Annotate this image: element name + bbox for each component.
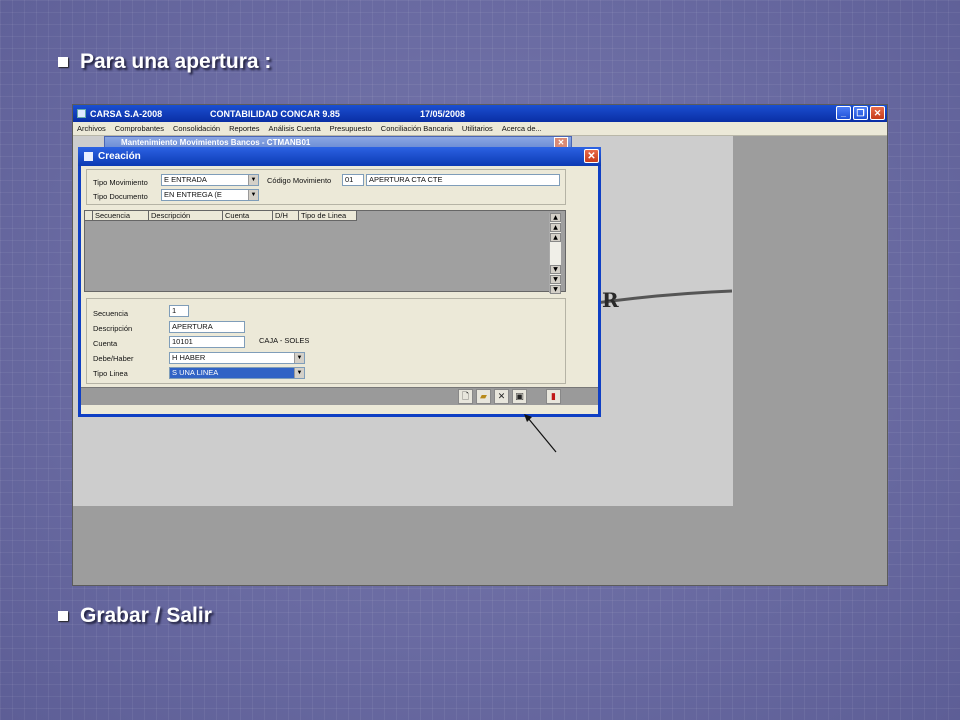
- tipo-linea-label: Tipo Linea: [93, 369, 128, 378]
- open-icon[interactable]: ▰: [476, 389, 491, 404]
- menu-consolidacion[interactable]: Consolidación: [173, 124, 220, 133]
- minimize-icon[interactable]: _: [836, 106, 851, 120]
- tipo-movimiento-select[interactable]: E ENTRADA ▼: [161, 174, 259, 186]
- cuenta-input[interactable]: 10101: [169, 336, 245, 348]
- grid-col-tipo-linea[interactable]: Tipo de Linea: [299, 211, 357, 221]
- cuenta-value: 10101: [172, 337, 193, 346]
- bullet-apertura: Para una apertura :: [58, 50, 271, 74]
- creacion-dialog: Creación ✕ Tipo Movimiento E ENTRADA ▼ C…: [78, 147, 601, 417]
- title-company: CARSA S.A-2008: [90, 108, 163, 119]
- dialog-icon: [84, 152, 93, 161]
- menu-archivos[interactable]: Archivos: [77, 124, 106, 133]
- debe-haber-label: Debe/Haber: [93, 354, 134, 363]
- codigo-descripcion-input[interactable]: APERTURA CTA CTE: [366, 174, 560, 186]
- detail-groupbox: [86, 298, 566, 384]
- tipo-linea-value: S UNA LINEA: [172, 368, 219, 377]
- secuencia-value: 1: [172, 306, 177, 315]
- menu-analisis-cuenta[interactable]: Análisis Cuenta: [269, 124, 321, 133]
- descripcion-label: Descripción: [93, 324, 133, 333]
- cuenta-descripcion: CAJA - SOLES: [259, 336, 310, 345]
- scroll-page-up-icon[interactable]: ▲: [550, 223, 561, 232]
- bullet-text: Grabar / Salir: [80, 604, 212, 627]
- chevron-down-icon[interactable]: ▼: [248, 175, 258, 185]
- title-date: 17/05/2008: [420, 108, 466, 119]
- scroll-page-down-icon[interactable]: ▼: [550, 275, 561, 284]
- tipo-movimiento-label: Tipo Movimiento: [93, 178, 148, 187]
- menu-bar: Archivos Comprobantes Consolidación Repo…: [73, 122, 887, 136]
- debe-haber-value: H HABER: [172, 353, 206, 362]
- secuencia-label: Secuencia: [93, 309, 129, 318]
- pointer-arrow-icon: [524, 414, 557, 453]
- scroll-down-icon[interactable]: ▼: [550, 265, 561, 274]
- bullet-text: Para una apertura :: [80, 50, 272, 73]
- scroll-top-icon[interactable]: ▲: [550, 213, 561, 222]
- close-icon[interactable]: ✕: [870, 106, 885, 120]
- new-icon[interactable]: 🗋: [458, 389, 473, 404]
- menu-presupuesto[interactable]: Presupuesto: [330, 124, 372, 133]
- maximize-icon[interactable]: ❐: [853, 106, 868, 120]
- chevron-down-icon[interactable]: ▼: [294, 368, 304, 378]
- grid-col-secuencia[interactable]: Secuencia: [93, 211, 149, 221]
- app-icon: [77, 109, 86, 118]
- dialog-toolbar: 🗋 ▰ ✕ ▣ ▮: [81, 387, 598, 405]
- codigo-movimiento-input[interactable]: 01: [342, 174, 364, 186]
- codigo-movimiento-value: 01: [345, 175, 354, 184]
- debe-haber-select[interactable]: H HABER ▼: [169, 352, 305, 364]
- exit-icon[interactable]: ▮: [546, 389, 561, 404]
- menu-comprobantes[interactable]: Comprobantes: [115, 124, 164, 133]
- secuencia-input[interactable]: 1: [169, 305, 189, 317]
- codigo-movimiento-label: Código Movimiento: [267, 176, 332, 185]
- menu-acerca-de[interactable]: Acerca de...: [502, 124, 542, 133]
- menu-reportes[interactable]: Reportes: [229, 124, 259, 133]
- grid-header: Secuencia Descripción Cuenta D/H Tipo de…: [85, 211, 565, 221]
- tipo-documento-label: Tipo Documento: [93, 192, 148, 201]
- scroll-bottom-icon[interactable]: ▼: [550, 285, 561, 294]
- menu-conciliacion-bancaria[interactable]: Conciliación Bancaria: [381, 124, 453, 133]
- codigo-descripcion-value: APERTURA CTA CTE: [369, 175, 443, 184]
- tipo-movimiento-value: E ENTRADA: [164, 175, 207, 184]
- tipo-documento-value: EN ENTREGA (E: [164, 190, 222, 199]
- cuenta-label: Cuenta: [93, 339, 118, 348]
- descripcion-value: APERTURA: [172, 322, 213, 331]
- bullet-square-icon: [58, 57, 68, 67]
- tipo-linea-select[interactable]: S UNA LINEA ▼: [169, 367, 305, 379]
- dialog-titlebar: Creación ✕: [78, 147, 601, 166]
- descripcion-input[interactable]: APERTURA: [169, 321, 245, 333]
- menu-utilitarios[interactable]: Utilitarios: [462, 124, 493, 133]
- grid-col-cuenta[interactable]: Cuenta: [223, 211, 273, 221]
- grid-col-descripcion[interactable]: Descripción: [149, 211, 223, 221]
- app-titlebar: CARSA S.A-2008 CONTABILIDAD CONCAR 9.85 …: [73, 105, 887, 122]
- chevron-down-icon[interactable]: ▼: [248, 190, 258, 200]
- dialog-close-icon[interactable]: ✕: [584, 149, 599, 163]
- title-product: CONTABILIDAD CONCAR 9.85: [210, 108, 340, 119]
- grid-scrollbar[interactable]: ▲ ▲ ▲ ▼ ▼ ▼: [549, 213, 561, 294]
- dialog-title: Creación: [98, 151, 141, 162]
- tipo-documento-select[interactable]: EN ENTREGA (E ▼: [161, 189, 259, 201]
- grid-col-selector: [85, 211, 93, 221]
- scroll-up-icon[interactable]: ▲: [550, 233, 561, 242]
- grid-col-dh[interactable]: D/H: [273, 211, 299, 221]
- save-icon[interactable]: ▣: [512, 389, 527, 404]
- logo-text: R: [602, 288, 619, 312]
- bullet-square-icon: [58, 611, 68, 621]
- child-window-title: Mantenimiento Movimientos Bancos - CTMAN…: [121, 138, 311, 147]
- bullet-grabar-salir: Grabar / Salir: [58, 604, 212, 628]
- chevron-down-icon[interactable]: ▼: [294, 353, 304, 363]
- delete-icon[interactable]: ✕: [494, 389, 509, 404]
- lines-grid[interactable]: Secuencia Descripción Cuenta D/H Tipo de…: [84, 210, 566, 292]
